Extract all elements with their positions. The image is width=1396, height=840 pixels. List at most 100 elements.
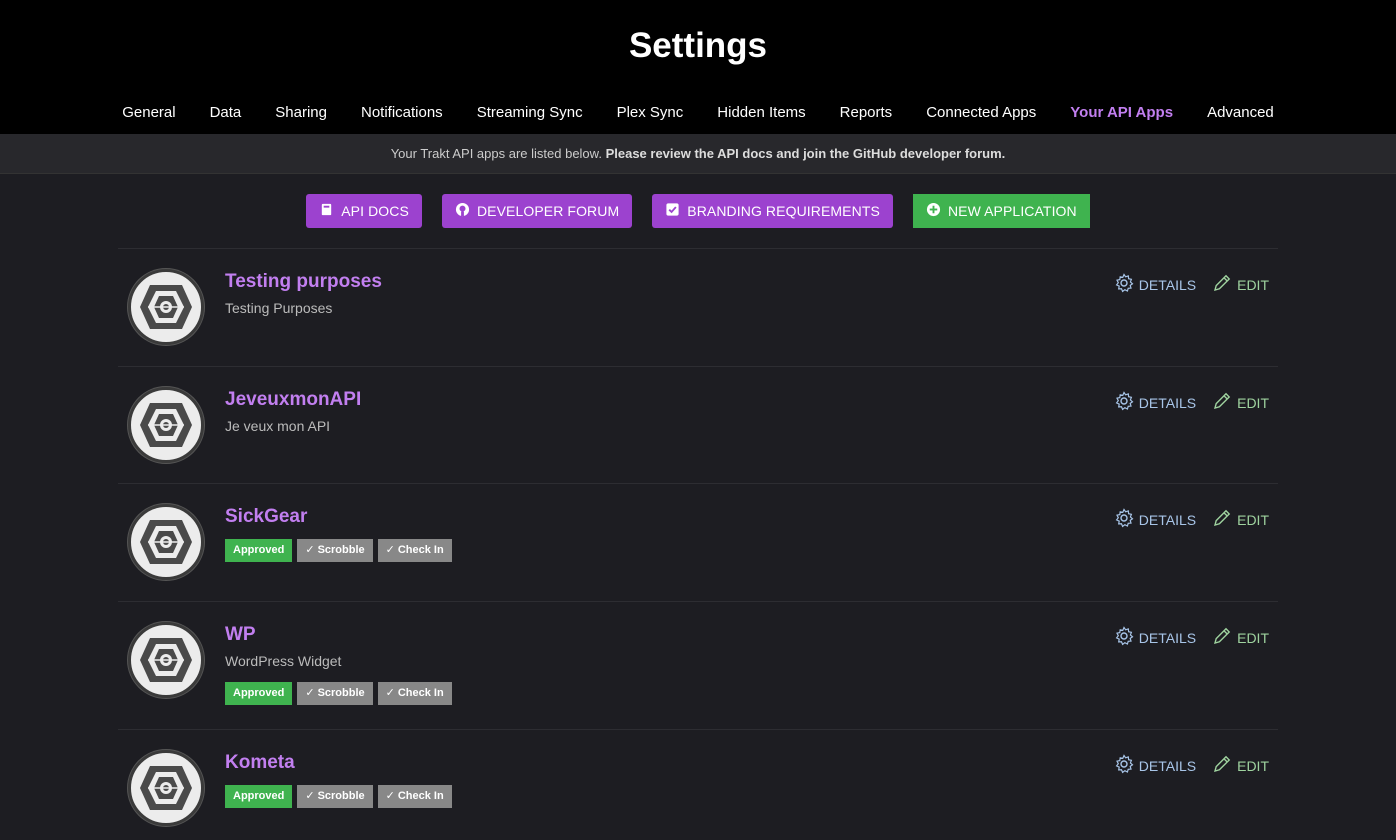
checkin-badge: ✓ Check In [377,785,452,808]
check-icon: ✓ [385,544,395,556]
pencil-icon [1212,391,1232,414]
settings-tabs: General Data Sharing Notifications Strea… [0,104,1396,121]
checkin-label: Check In [397,544,444,556]
info-text-bold: Please review the API docs and join the … [605,146,1006,161]
edit-button[interactable]: EDIT [1212,754,1269,777]
check-icon: ✓ [385,687,395,699]
new-application-button[interactable]: NEW APPLICATION [912,194,1090,228]
check-icon: ✓ [305,544,315,556]
checkbox-icon [665,202,680,220]
list-item: Kometa Approved ✓ Scrobble ✓ Check In DETA… [118,730,1278,840]
pencil-icon [1212,508,1232,531]
app-name[interactable]: SickGear [225,506,307,528]
checkin-badge: ✓ Check In [377,682,452,705]
app-name[interactable]: Testing purposes [225,271,382,293]
info-bar: Your Trakt API apps are listed below. Pl… [0,134,1396,174]
details-label: DETAILS [1138,629,1197,646]
app-logo-icon [128,750,204,826]
scrobble-badge: ✓ Scrobble [297,785,373,808]
check-icon: ✓ [305,790,315,802]
scrobble-label: Scrobble [317,687,365,699]
app-badges: Approved ✓ Scrobble ✓ Check In [225,785,452,808]
row-actions: DETAILS EDIT [1114,508,1269,531]
list-item: JeveuxmonAPI Je veux mon API DETAILS EDI… [118,367,1278,484]
gear-icon [1114,273,1134,296]
api-apps-list: Testing purposes Testing Purposes DETAIL… [118,248,1278,840]
tab-plex-sync[interactable]: Plex Sync [617,104,684,121]
app-description: Testing Purposes [225,300,333,316]
developer-forum-label: DEVELOPER FORUM [476,203,620,219]
tab-hidden-items[interactable]: Hidden Items [717,104,805,121]
approved-badge: Approved [225,682,293,705]
edit-label: EDIT [1237,394,1269,411]
pencil-icon [1212,273,1232,296]
details-label: DETAILS [1138,757,1197,774]
edit-button[interactable]: EDIT [1212,391,1269,414]
edit-button[interactable]: EDIT [1212,508,1269,531]
edit-label: EDIT [1237,757,1269,774]
details-label: DETAILS [1138,511,1197,528]
app-logo-icon [128,622,204,698]
info-text: Your Trakt API apps are listed below. [390,146,602,161]
scrobble-label: Scrobble [317,790,365,802]
details-button[interactable]: DETAILS [1114,508,1196,531]
tab-streaming-sync[interactable]: Streaming Sync [477,104,583,121]
new-application-label: NEW APPLICATION [947,203,1077,219]
developer-forum-button[interactable]: DEVELOPER FORUM [441,194,633,228]
approved-badge: Approved [225,785,293,808]
row-actions: DETAILS EDIT [1114,273,1269,296]
page-title: Settings [628,26,768,65]
edit-button[interactable]: EDIT [1212,626,1269,649]
scrobble-badge: ✓ Scrobble [297,539,373,562]
action-buttons: API DOCS DEVELOPER FORUM BRANDING REQUIR… [0,174,1396,248]
tab-reports[interactable]: Reports [840,104,893,121]
edit-label: EDIT [1237,276,1269,293]
app-name[interactable]: Kometa [225,752,295,774]
header: Settings General Data Sharing Notificati… [0,0,1396,134]
branding-requirements-label: BRANDING REQUIREMENTS [687,203,880,219]
app-description: WordPress Widget [225,653,342,669]
app-badges: Approved ✓ Scrobble ✓ Check In [225,682,452,705]
details-button[interactable]: DETAILS [1114,391,1196,414]
tab-sharing[interactable]: Sharing [275,104,327,121]
details-button[interactable]: DETAILS [1114,754,1196,777]
app-logo-icon [128,504,204,580]
gear-icon [1114,391,1134,414]
checkin-label: Check In [397,687,444,699]
details-button[interactable]: DETAILS [1114,273,1196,296]
details-button[interactable]: DETAILS [1114,626,1196,649]
app-badges: Approved ✓ Scrobble ✓ Check In [225,539,452,562]
tab-data[interactable]: Data [210,104,242,121]
row-actions: DETAILS EDIT [1114,754,1269,777]
app-name[interactable]: WP [225,624,256,646]
list-item: Testing purposes Testing Purposes DETAIL… [118,249,1278,367]
branding-requirements-button[interactable]: BRANDING REQUIREMENTS [652,194,893,228]
gear-icon [1114,508,1134,531]
tab-connected-apps[interactable]: Connected Apps [926,104,1036,121]
pencil-icon [1212,626,1232,649]
approved-badge: Approved [225,539,293,562]
details-label: DETAILS [1138,276,1197,293]
github-icon [455,202,470,220]
app-name[interactable]: JeveuxmonAPI [225,389,361,411]
api-docs-button[interactable]: API DOCS [306,194,422,228]
list-item: WP WordPress Widget Approved ✓ Scrobble ✓… [118,602,1278,730]
app-description: Je veux mon API [225,418,331,434]
scrobble-label: Scrobble [317,544,365,556]
check-icon: ✓ [385,790,395,802]
row-actions: DETAILS EDIT [1114,391,1269,414]
tab-your-api-apps[interactable]: Your API Apps [1070,104,1173,121]
plus-circle-icon [926,202,941,220]
edit-label: EDIT [1237,629,1269,646]
edit-label: EDIT [1237,511,1269,528]
tab-notifications[interactable]: Notifications [361,104,443,121]
app-logo-icon [128,387,204,463]
scrobble-badge: ✓ Scrobble [297,682,373,705]
edit-button[interactable]: EDIT [1212,273,1269,296]
tab-general[interactable]: General [122,104,175,121]
tab-advanced[interactable]: Advanced [1207,104,1274,121]
details-label: DETAILS [1138,394,1197,411]
checkin-badge: ✓ Check In [377,539,452,562]
check-icon: ✓ [305,687,315,699]
app-logo-icon [128,269,204,345]
